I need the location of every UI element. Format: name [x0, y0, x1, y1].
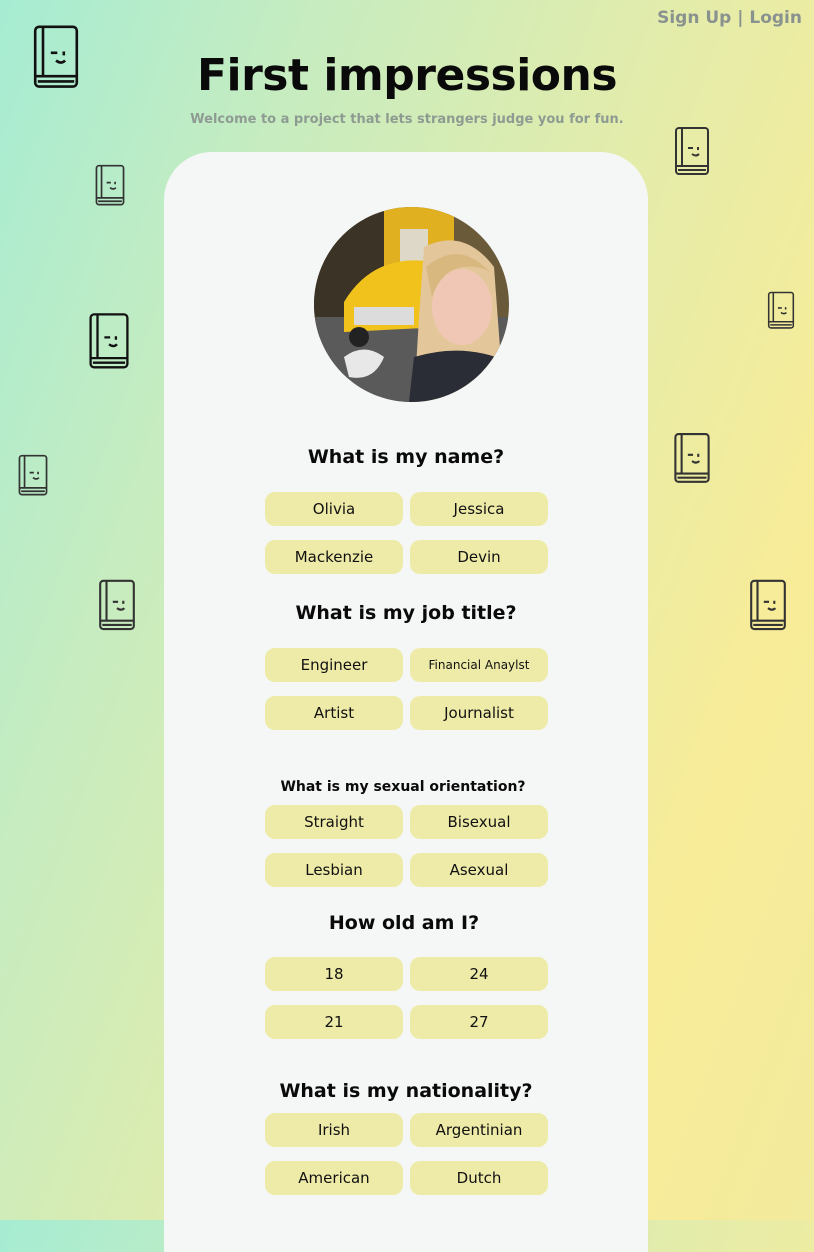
answer-irish[interactable]: Irish — [265, 1113, 403, 1147]
answer-devin[interactable]: Devin — [410, 540, 548, 574]
answer-american[interactable]: American — [265, 1161, 403, 1195]
signup-link[interactable]: Sign Up — [657, 8, 731, 28]
question-sexual-orientation: What is my sexual orientation? — [280, 779, 526, 795]
avatar — [314, 207, 509, 402]
profile-photo — [314, 207, 509, 402]
page-subtitle: Welcome to a project that lets strangers… — [190, 112, 624, 127]
answer-asexual[interactable]: Asexual — [410, 853, 548, 887]
book-face-icon — [99, 579, 135, 631]
answer-mackenzie[interactable]: Mackenzie — [265, 540, 403, 574]
answer-olivia[interactable]: Olivia — [265, 492, 403, 526]
book-face-icon — [750, 579, 786, 631]
answer-artist[interactable]: Artist — [265, 696, 403, 730]
answer-financial-analyst[interactable]: Financial Anaylst — [410, 648, 548, 682]
answer-lesbian[interactable]: Lesbian — [265, 853, 403, 887]
answer-bisexual[interactable]: Bisexual — [410, 805, 548, 839]
book-face-icon — [18, 454, 48, 496]
book-face-icon — [89, 313, 129, 369]
login-link[interactable]: Login — [749, 8, 802, 28]
question-name: What is my name? — [307, 446, 505, 468]
answer-journalist[interactable]: Journalist — [410, 696, 548, 730]
answer-engineer[interactable]: Engineer — [265, 648, 403, 682]
answer-jessica[interactable]: Jessica — [410, 492, 548, 526]
auth-separator: | — [737, 8, 744, 28]
question-job-title: What is my job title? — [295, 602, 517, 624]
question-nationality: What is my nationality? — [279, 1080, 533, 1102]
page-title: First impressions — [196, 50, 618, 101]
answer-21[interactable]: 21 — [265, 1005, 403, 1039]
book-face-icon — [675, 127, 709, 175]
answer-argentinian[interactable]: Argentinian — [410, 1113, 548, 1147]
answer-dutch[interactable]: Dutch — [410, 1161, 548, 1195]
book-face-icon — [674, 433, 710, 483]
book-face-icon — [95, 164, 125, 206]
book-face-icon — [767, 291, 795, 329]
answer-straight[interactable]: Straight — [265, 805, 403, 839]
auth-links: Sign Up | Login — [657, 8, 802, 28]
answer-18[interactable]: 18 — [265, 957, 403, 991]
answer-27[interactable]: 27 — [410, 1005, 548, 1039]
answer-24[interactable]: 24 — [410, 957, 548, 991]
question-age: How old am I? — [328, 912, 480, 934]
book-face-icon — [33, 25, 79, 88]
